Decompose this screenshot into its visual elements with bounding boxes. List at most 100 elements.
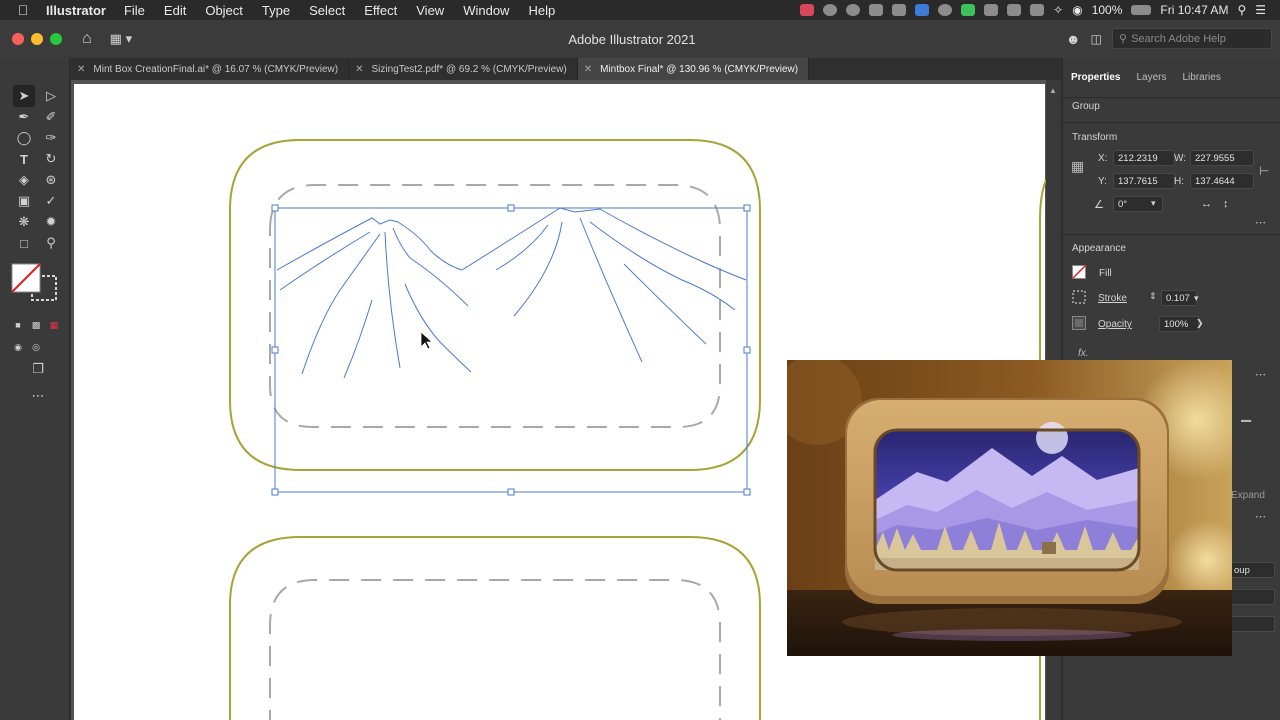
flip-vertical-icon[interactable]: ↕ <box>1223 198 1229 210</box>
eyedropper-tool-icon[interactable]: ✓ <box>40 190 62 212</box>
window-maximize-button[interactable] <box>50 33 62 45</box>
opacity-arrow-icon[interactable]: ❯ <box>1196 318 1204 329</box>
dashed-window-top[interactable] <box>269 184 721 428</box>
more-options-icon[interactable]: ⋯ <box>1255 368 1266 381</box>
close-tab-icon[interactable]: ✕ <box>77 64 85 75</box>
menu-edit[interactable]: Edit <box>164 3 186 18</box>
panel-field[interactable] <box>1229 589 1275 605</box>
shape-builder-tool-icon[interactable]: ⊛ <box>40 169 62 191</box>
direct-selection-tool-icon[interactable]: ▷ <box>40 85 62 107</box>
menu-type[interactable]: Type <box>262 3 290 18</box>
cloud-icon[interactable] <box>823 4 838 16</box>
home-icon[interactable]: ⌂ <box>82 30 92 48</box>
spotlight-search-icon[interactable]: ⚲ <box>1237 3 1246 17</box>
app-menu-name[interactable]: Illustrator <box>46 3 106 18</box>
menu-help[interactable]: Help <box>528 3 555 18</box>
battery-icon[interactable] <box>1131 5 1152 15</box>
control-center-icon[interactable]: ☰ <box>1255 3 1266 17</box>
app-icon[interactable] <box>915 4 930 16</box>
blend-tool-icon[interactable]: ❋ <box>13 211 35 233</box>
resize-handle[interactable] <box>271 488 279 496</box>
panel-toggle-icon[interactable]: ◫ <box>1091 32 1102 46</box>
wifi-icon[interactable]: ◉ <box>1072 3 1082 17</box>
close-tab-icon[interactable]: ✕ <box>584 64 592 75</box>
resize-handle[interactable] <box>743 488 751 496</box>
menu-window[interactable]: Window <box>463 3 509 18</box>
eraser-tool-icon[interactable]: ◈ <box>13 169 35 191</box>
scroll-up-icon[interactable]: ▲ <box>1049 86 1057 95</box>
stroke-dropdown-icon[interactable]: ▾ <box>1194 293 1199 304</box>
zoom-tool-icon[interactable]: ⚲ <box>40 232 62 254</box>
reference-point-icon[interactable]: ▦ <box>1071 158 1084 175</box>
tab-sizing-test[interactable]: ✕ SizingTest2.pdf* @ 69.2 % (CMYK/Previe… <box>349 58 578 80</box>
stroke-weight-input[interactable]: 0.107 <box>1161 290 1197 306</box>
cc-icon[interactable] <box>938 4 953 16</box>
fx-label[interactable]: fx. <box>1078 348 1089 359</box>
opacity-input[interactable]: 100% <box>1159 316 1199 332</box>
none-mode-icon[interactable]: ▦ <box>43 314 65 336</box>
gradient-tool-icon[interactable]: ▣ <box>13 190 35 212</box>
workspace-switcher-icon[interactable]: ▦ ▾ <box>110 31 132 47</box>
opacity-label[interactable]: Opacity <box>1098 319 1132 330</box>
window-close-button[interactable] <box>12 33 24 45</box>
panel-dropdown[interactable] <box>1229 616 1275 632</box>
more-options-icon[interactable]: ⋯ <box>1255 510 1266 523</box>
x-input[interactable]: 212.2319 <box>1113 150 1175 166</box>
resize-handle[interactable] <box>271 346 279 354</box>
stroke-label[interactable]: Stroke <box>1098 293 1127 304</box>
box-outline-bottom[interactable] <box>229 536 761 720</box>
dropbox-icon[interactable] <box>869 4 884 16</box>
help-search-input[interactable]: ⚲ Search Adobe Help <box>1112 28 1272 49</box>
mountain-line-art[interactable] <box>276 207 747 379</box>
resize-handle[interactable] <box>743 346 751 354</box>
tab-mintbox-final[interactable]: ✕ Mintbox Final* @ 130.96 % (CMYK/Previe… <box>577 58 810 80</box>
screen-mode-icon[interactable]: ❐ <box>27 358 49 380</box>
ungroup-button[interactable]: oup <box>1229 562 1275 578</box>
align-icon[interactable]: ▔ <box>1241 420 1251 436</box>
dot-icon[interactable] <box>846 4 861 16</box>
fill-label[interactable]: Fill <box>1099 268 1112 279</box>
stroke-swatch[interactable] <box>1072 290 1086 304</box>
app-status-icon[interactable] <box>800 4 815 16</box>
artboard-tool-icon[interactable]: □ <box>13 232 35 254</box>
paintbrush-tool-icon[interactable]: ✑ <box>40 127 62 149</box>
pen-tool-icon[interactable]: ✒ <box>13 106 35 128</box>
flag-icon[interactable] <box>1030 4 1045 16</box>
rotate-dropdown-icon[interactable]: ▾ <box>1151 198 1156 209</box>
window-minimize-button[interactable] <box>31 33 43 45</box>
menu-file[interactable]: File <box>124 3 145 18</box>
clock[interactable]: Fri 10:47 AM <box>1160 3 1228 17</box>
green-app-icon[interactable] <box>961 4 976 16</box>
more-tools-icon[interactable]: ⋯ <box>27 385 49 407</box>
selection-tool-icon[interactable]: ➤ <box>13 85 35 107</box>
h-input[interactable]: 137.4644 <box>1190 173 1254 189</box>
more-options-icon[interactable]: ⋯ <box>1255 216 1266 229</box>
curvature-tool-icon[interactable]: ✐ <box>40 106 62 128</box>
menu-object[interactable]: Object <box>205 3 243 18</box>
menu-select[interactable]: Select <box>309 3 345 18</box>
bluetooth-icon[interactable]: ✧ <box>1053 3 1063 17</box>
draw-behind-icon[interactable]: ◎ <box>25 336 47 358</box>
tab-mint-box-creation[interactable]: ✕ Mint Box CreationFinal.ai* @ 16.07 % (… <box>71 58 350 80</box>
resize-handle[interactable] <box>507 488 515 496</box>
menu-view[interactable]: View <box>416 3 444 18</box>
tab-layers[interactable]: Layers <box>1136 72 1166 83</box>
resize-handle[interactable] <box>507 204 515 212</box>
close-tab-icon[interactable]: ✕ <box>355 64 363 75</box>
dashed-window-bottom[interactable] <box>269 579 721 720</box>
apple-icon[interactable]:  <box>0 2 46 18</box>
expand-button[interactable]: Expand <box>1231 490 1265 501</box>
share-user-icon[interactable]: ☻ <box>1066 31 1081 47</box>
fill-stroke-swatch[interactable] <box>10 262 60 312</box>
opacity-swatch[interactable] <box>1072 316 1086 330</box>
y-input[interactable]: 137.7615 <box>1113 173 1175 189</box>
w-input[interactable]: 227.9555 <box>1190 150 1254 166</box>
resize-handle[interactable] <box>743 204 751 212</box>
type-tool-icon[interactable]: T <box>13 148 35 170</box>
resize-handle[interactable] <box>271 204 279 212</box>
airplay-icon[interactable] <box>1007 4 1022 16</box>
symbol-sprayer-tool-icon[interactable]: ✹ <box>40 211 62 233</box>
rotate-tool-icon[interactable]: ↻ <box>40 148 62 170</box>
flip-horizontal-icon[interactable]: ↔ <box>1201 198 1212 210</box>
camera-icon[interactable] <box>892 4 907 16</box>
